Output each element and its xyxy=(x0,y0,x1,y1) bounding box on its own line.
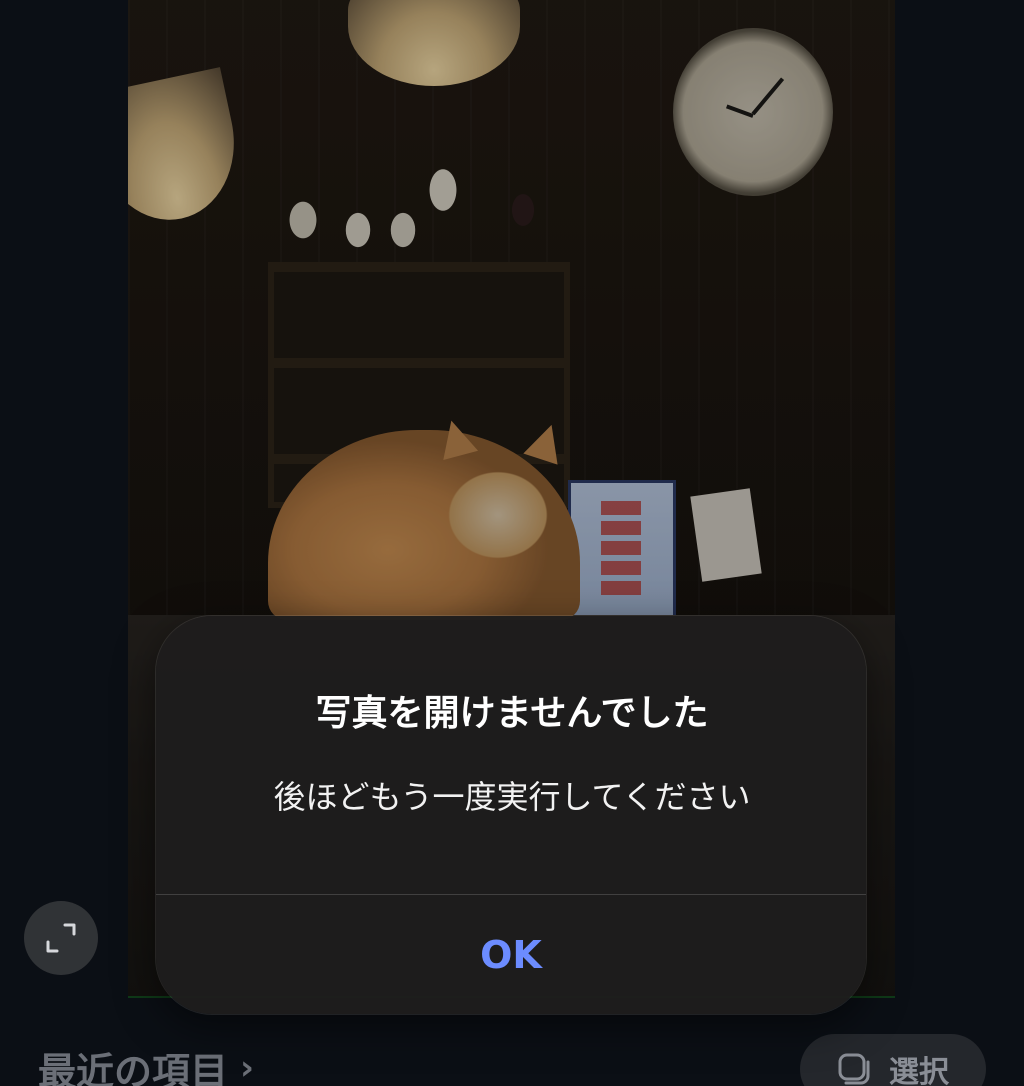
recent-items-label: 最近の項目 xyxy=(38,1049,229,1086)
photos-screen: 最近の項目 › 選択 写真を開けませんでした 後ほどもう一度実行してください O… xyxy=(0,0,1024,1086)
chevron-right-icon: › xyxy=(240,1048,255,1086)
select-button[interactable]: 選択 xyxy=(800,1034,986,1086)
alert-message: 後ほどもう一度実行してください xyxy=(273,778,751,816)
expand-icon xyxy=(46,923,76,953)
ok-button[interactable]: OK xyxy=(156,895,866,1014)
recent-items-link[interactable]: 最近の項目 › xyxy=(38,1038,254,1086)
expand-button[interactable] xyxy=(24,901,98,975)
alert-title: 写真を開けませんでした xyxy=(315,693,709,734)
select-icon xyxy=(838,1053,870,1085)
select-label: 選択 xyxy=(889,1055,949,1086)
